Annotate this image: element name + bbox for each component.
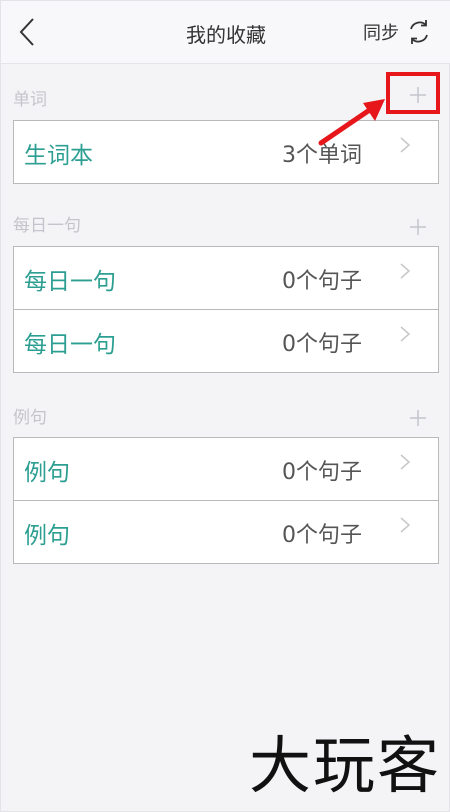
- plus-icon: [410, 410, 426, 426]
- row-label: 每日一句: [24, 269, 116, 295]
- chevron-right-icon: [400, 517, 411, 533]
- row-label: 生词本: [24, 143, 93, 169]
- list-item[interactable]: 每日一句 0个句子: [14, 309, 438, 372]
- list-item[interactable]: 每日一句 0个句子: [14, 247, 438, 309]
- chevron-right-icon: [400, 263, 411, 279]
- row-label: 例句: [24, 460, 70, 486]
- row-count: 0个句子: [282, 460, 362, 485]
- section-title: 单词: [13, 90, 47, 110]
- sync-button[interactable]: 同步: [363, 17, 433, 47]
- row-count: 0个句子: [282, 332, 362, 357]
- chevron-right-icon: [400, 326, 411, 342]
- row-label: 每日一句: [24, 332, 116, 358]
- annotation-arrow-icon: [318, 99, 385, 146]
- row-count: 0个句子: [282, 269, 362, 294]
- top-bar: 我的收藏 同步: [1, 1, 450, 64]
- section-header-examples: 例句: [1, 393, 450, 433]
- chevron-right-icon: [400, 454, 411, 470]
- annotation-highlight-box: [386, 72, 440, 114]
- row-label: 例句: [24, 523, 70, 549]
- plus-icon: [410, 219, 426, 235]
- list-item[interactable]: 例句 0个句子: [14, 438, 438, 500]
- sync-label: 同步: [363, 23, 399, 44]
- examples-card: 例句 0个句子 例句 0个句子: [13, 437, 439, 564]
- section-title: 例句: [13, 408, 47, 428]
- add-daily-button[interactable]: [405, 205, 431, 235]
- daily-card: 每日一句 0个句子 每日一句 0个句子: [13, 246, 439, 373]
- row-count: 0个句子: [282, 523, 362, 548]
- add-examples-button[interactable]: [405, 397, 431, 427]
- refresh-icon: [410, 20, 428, 44]
- chevron-right-icon: [400, 137, 411, 153]
- section-header-daily: 每日一句: [1, 201, 450, 241]
- section-title: 每日一句: [13, 216, 81, 236]
- list-item[interactable]: 例句 0个句子: [14, 500, 438, 563]
- watermark-logo: 大玩客: [248, 729, 441, 802]
